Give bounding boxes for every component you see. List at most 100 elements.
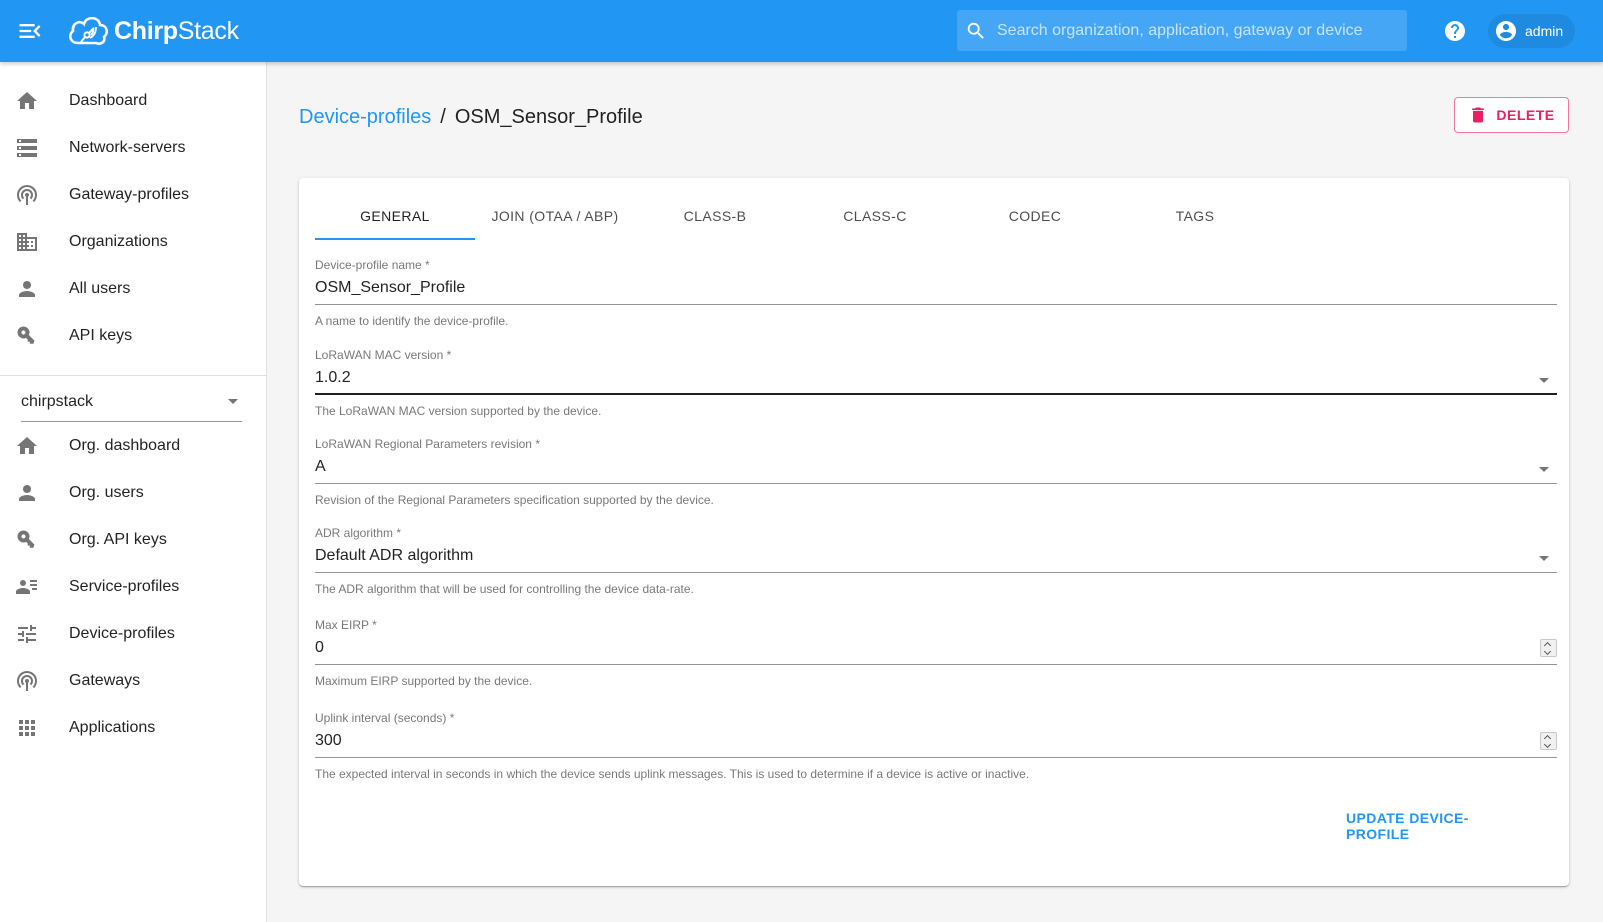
mac-version-help: The LoRaWAN MAC version supported by the…	[315, 404, 602, 418]
organization-select-value: chirpstack	[21, 393, 94, 410]
global-search[interactable]	[957, 10, 1407, 51]
sidebar-item-organizations[interactable]: Organizations	[0, 218, 266, 266]
radio-tower-icon	[17, 185, 37, 205]
tab-general[interactable]: GENERAL	[315, 192, 475, 240]
sidebar-item-network-servers[interactable]: Network-servers	[0, 124, 266, 172]
sidebar-item-device-profiles[interactable]: Device-profiles	[0, 610, 266, 658]
sidebar-item-org-users[interactable]: Org. users	[0, 469, 266, 517]
account-circle-icon	[1496, 21, 1516, 41]
uplink-interval-help: The expected interval in seconds in whic…	[315, 767, 1030, 781]
update-device-profile-button[interactable]: UPDATE DEVICE-PROFILE	[1346, 808, 1530, 844]
adr-algorithm-help: The ADR algorithm that will be used for …	[315, 582, 694, 596]
sidebar-item-org-dashboard[interactable]: Org. dashboard	[0, 422, 266, 470]
sidebar-item-org-api-keys[interactable]: Org. API keys	[0, 516, 266, 564]
app-bar: ChirpStack admin	[0, 0, 1603, 62]
regional-revision-help: Revision of the Regional Parameters spec…	[315, 493, 714, 507]
chevron-down-icon	[228, 399, 238, 404]
main-content: Device-profiles / OSM_Sensor_Profile DEL…	[267, 62, 1603, 922]
trash-icon	[1472, 107, 1485, 123]
search-icon	[967, 22, 984, 39]
sidebar-item-applications[interactable]: Applications	[0, 704, 266, 752]
search-input[interactable]	[997, 21, 1397, 40]
breadcrumb-separator: /	[440, 106, 446, 128]
breadcrumb: Device-profiles / OSM_Sensor_Profile	[299, 106, 643, 129]
sidebar-item-label: Org. dashboard	[69, 437, 181, 454]
mac-version-label: LoRaWAN MAC version *	[315, 348, 452, 362]
breadcrumb-device-profiles-link[interactable]: Device-profiles	[299, 106, 431, 129]
max-eirp-value: 0	[315, 639, 324, 656]
chirpstack-logo-icon	[68, 16, 109, 45]
sidebar-item-gateways[interactable]: Gateways	[0, 657, 266, 705]
sidebar-divider	[0, 375, 266, 376]
tab-tags[interactable]: TAGS	[1115, 192, 1275, 240]
person-icon	[19, 485, 35, 501]
delete-button[interactable]: DELETE	[1454, 97, 1569, 133]
sidebar-item-label: Dashboard	[69, 92, 148, 109]
tab-codec[interactable]: CODEC	[955, 192, 1115, 240]
tab-class-b[interactable]: CLASS-B	[635, 192, 795, 240]
sidebar-item-label: Network-servers	[69, 139, 186, 156]
apps-icon	[19, 720, 35, 736]
max-eirp-input[interactable]: 0	[315, 635, 1557, 665]
max-eirp-label: Max EIRP *	[315, 618, 377, 632]
help-icon[interactable]	[1443, 19, 1467, 43]
tune-icon	[18, 625, 36, 643]
radio-tower-icon	[17, 671, 37, 691]
sidebar-item-label: All users	[69, 280, 131, 297]
sidebar-item-label: Organizations	[69, 233, 168, 250]
adr-algorithm-value: Default ADR algorithm	[315, 547, 474, 564]
device-profile-name-help: A name to identify the device-profile.	[315, 314, 509, 328]
sidebar-item-all-users[interactable]: All users	[0, 265, 266, 313]
delete-button-label: DELETE	[1496, 107, 1555, 123]
sidebar: Dashboard Network-servers Gateway-profil…	[0, 62, 267, 922]
mac-version-value: 1.0.2	[315, 369, 351, 386]
app-name: ChirpStack	[114, 17, 239, 46]
person-icon	[19, 281, 35, 297]
sidebar-item-label: Gateways	[69, 672, 141, 689]
adr-algorithm-select[interactable]: Default ADR algorithm	[315, 543, 1557, 573]
regional-revision-label: LoRaWAN Regional Parameters revision *	[315, 437, 540, 451]
uplink-interval-value: 300	[315, 732, 342, 749]
app-name-bold: Chirp	[114, 16, 178, 45]
server-icon	[17, 139, 37, 157]
tab-bar: GENERAL JOIN (OTAA / ABP) CLASS-B CLASS-…	[315, 192, 1275, 240]
device-profile-name-input[interactable]: OSM_Sensor_Profile	[315, 275, 1557, 305]
home-icon	[17, 437, 37, 454]
sidebar-item-label: Gateway-profiles	[69, 186, 190, 203]
sidebar-item-label: API keys	[69, 327, 133, 344]
sidebar-item-service-profiles[interactable]: Service-profiles	[0, 563, 266, 611]
regional-revision-select[interactable]: A	[315, 454, 1557, 484]
number-stepper[interactable]	[1540, 732, 1557, 750]
key-icon	[17, 530, 35, 548]
sidebar-item-label: Device-profiles	[69, 625, 175, 642]
device-profile-name-label: Device-profile name *	[315, 258, 430, 272]
mac-version-select[interactable]: 1.0.2	[315, 365, 1557, 395]
sidebar-item-label: Org. API keys	[69, 531, 167, 548]
uplink-interval-input[interactable]: 300	[315, 728, 1557, 758]
regional-revision-value: A	[315, 458, 326, 475]
page-title: OSM_Sensor_Profile	[454, 106, 643, 128]
chevron-down-icon	[1539, 378, 1549, 383]
domain-icon	[17, 233, 37, 251]
home-icon	[17, 92, 37, 109]
organization-select[interactable]: chirpstack	[21, 386, 242, 422]
chirpstack-logo[interactable]: ChirpStack	[66, 11, 239, 51]
sidebar-item-label: Applications	[69, 719, 156, 736]
uplink-interval-label: Uplink interval (seconds) *	[315, 711, 455, 725]
menu-back-icon[interactable]	[16, 17, 44, 45]
sidebar-item-label: Org. users	[69, 484, 144, 501]
sidebar-item-api-keys[interactable]: API keys	[0, 312, 266, 360]
number-stepper[interactable]	[1540, 639, 1557, 657]
chevron-down-icon	[1539, 556, 1549, 561]
account-details-icon	[16, 580, 37, 594]
sidebar-item-dashboard[interactable]: Dashboard	[0, 77, 266, 125]
tab-join[interactable]: JOIN (OTAA / ABP)	[475, 192, 635, 240]
user-menu-button[interactable]: admin	[1488, 14, 1576, 48]
key-icon	[17, 326, 35, 344]
sidebar-item-gateway-profiles[interactable]: Gateway-profiles	[0, 171, 266, 219]
user-name: admin	[1525, 23, 1564, 39]
tab-class-c[interactable]: CLASS-C	[795, 192, 955, 240]
chevron-down-icon	[1539, 467, 1549, 472]
adr-algorithm-label: ADR algorithm *	[315, 526, 402, 540]
device-profile-form-card: GENERAL JOIN (OTAA / ABP) CLASS-B CLASS-…	[299, 178, 1569, 886]
